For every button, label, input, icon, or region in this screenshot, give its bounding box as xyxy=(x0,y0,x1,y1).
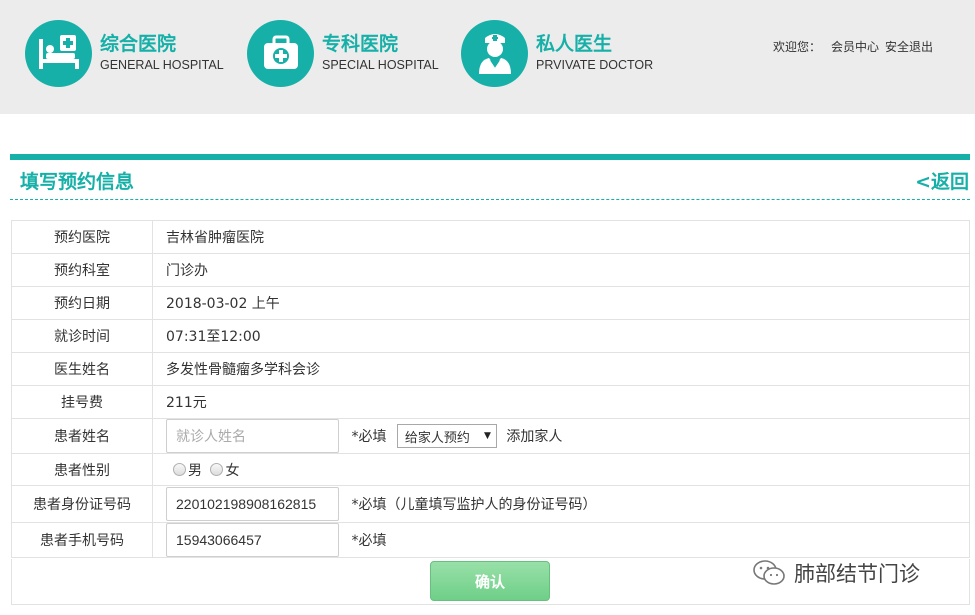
nav-en-label: GENERAL HOSPITAL xyxy=(100,58,224,72)
time-label: 就诊时间 xyxy=(11,319,153,353)
required-note: *必填 xyxy=(351,429,387,445)
medical-kit-icon xyxy=(247,19,314,87)
booking-for-value: 给家人预约 xyxy=(404,430,470,446)
table-row: 预约科室 门诊办 xyxy=(11,253,970,287)
wechat-icon xyxy=(753,560,785,585)
id-number-label: 患者身份证号码 xyxy=(11,485,153,523)
nav-special-hospital[interactable]: 专科医院 SPECIAL HOSPITAL xyxy=(247,19,439,87)
phone-label: 患者手机号码 xyxy=(11,522,153,558)
table-row: 预约医院 吉林省肿瘤医院 xyxy=(11,220,970,254)
nav-cn-label: 专科医院 xyxy=(322,33,399,55)
department-value: 门诊办 xyxy=(152,253,970,287)
logout-link[interactable]: 安全退出 xyxy=(885,40,933,54)
gender-male-label: 男 xyxy=(188,462,202,479)
doctor-value: 多发性骨髓瘤多学科会诊 xyxy=(152,352,970,386)
table-row: 患者手机号码 *必填 xyxy=(11,522,970,558)
department-label: 预约科室 xyxy=(11,253,153,287)
fee-label: 挂号费 xyxy=(11,385,153,419)
nav-cn-label: 私人医生 xyxy=(536,33,613,55)
table-row: 患者姓名 *必填 给家人预约 ▼ 添加家人 xyxy=(11,418,970,454)
section-top-bar xyxy=(10,154,970,160)
patient-name-input[interactable] xyxy=(166,419,339,453)
patient-name-cell: *必填 给家人预约 ▼ 添加家人 xyxy=(152,418,970,454)
welcome-text: 欢迎您： xyxy=(773,40,822,54)
hospital-value: 吉林省肿瘤医院 xyxy=(152,220,970,254)
confirm-button[interactable]: 确认 xyxy=(430,561,550,601)
patient-name-label: 患者姓名 xyxy=(11,418,153,454)
gender-female-label: 女 xyxy=(225,462,240,479)
table-row: 患者身份证号码 *必填（儿童填写监护人的身份证号码） xyxy=(11,485,970,523)
nav-cn-label: 综合医院 xyxy=(100,33,177,55)
hospital-label: 预约医院 xyxy=(11,220,153,254)
hospital-bed-icon xyxy=(25,19,92,87)
top-header: 综合医院 GENERAL HOSPITAL 专科医院 SPECIAL HOSPI… xyxy=(0,0,975,114)
section-divider xyxy=(10,199,970,200)
watermark-text: 肺部结节门诊 xyxy=(794,562,920,586)
nav-general-hospital[interactable]: 综合医院 GENERAL HOSPITAL xyxy=(25,19,224,87)
dropdown-arrow-icon: ▼ xyxy=(483,431,491,441)
watermark: 肺部结节门诊 xyxy=(752,558,920,588)
id-number-input[interactable] xyxy=(166,487,339,521)
gender-cell: 男 女 xyxy=(152,453,970,486)
nav-en-label: SPECIAL HOSPITAL xyxy=(322,58,439,72)
page-title: 填写预约信息 xyxy=(20,171,135,193)
table-row: 挂号费 211元 xyxy=(11,385,970,419)
table-row: 患者性别 男 女 xyxy=(11,453,970,486)
doctor-icon xyxy=(461,19,528,87)
gender-label: 患者性别 xyxy=(11,453,153,486)
id-number-note: *必填（儿童填写监护人的身份证号码） xyxy=(351,497,597,513)
id-number-cell: *必填（儿童填写监护人的身份证号码） xyxy=(152,485,970,523)
required-note: *必填 xyxy=(351,533,387,549)
fee-value: 211元 xyxy=(152,385,970,419)
date-value: 2018-03-02 上午 xyxy=(152,286,970,320)
doctor-label: 医生姓名 xyxy=(11,352,153,386)
nav-private-doctor[interactable]: 私人医生 PRVIVATE DOCTOR xyxy=(461,19,653,87)
gender-male-radio[interactable] xyxy=(173,463,186,476)
time-value: 07:31至12:00 xyxy=(152,319,970,353)
appointment-form: 预约医院 吉林省肿瘤医院 预约科室 门诊办 预约日期 2018-03-02 上午… xyxy=(11,220,970,558)
table-row: 预约日期 2018-03-02 上午 xyxy=(11,286,970,320)
phone-cell: *必填 xyxy=(152,522,970,558)
back-link[interactable]: <返回 xyxy=(915,167,969,194)
phone-input[interactable] xyxy=(166,523,339,557)
date-label: 预约日期 xyxy=(11,286,153,320)
user-links: 欢迎您： 会员中心 安全退出 xyxy=(773,38,939,55)
gender-female-radio[interactable] xyxy=(210,463,224,476)
table-row: 医生姓名 多发性骨髓瘤多学科会诊 xyxy=(11,352,970,386)
member-center-link[interactable]: 会员中心 xyxy=(831,40,879,54)
table-row: 就诊时间 07:31至12:00 xyxy=(11,319,970,353)
add-family-link[interactable]: 添加家人 xyxy=(506,429,562,445)
nav-en-label: PRVIVATE DOCTOR xyxy=(536,58,654,72)
booking-for-select[interactable]: 给家人预约 ▼ xyxy=(396,424,497,448)
